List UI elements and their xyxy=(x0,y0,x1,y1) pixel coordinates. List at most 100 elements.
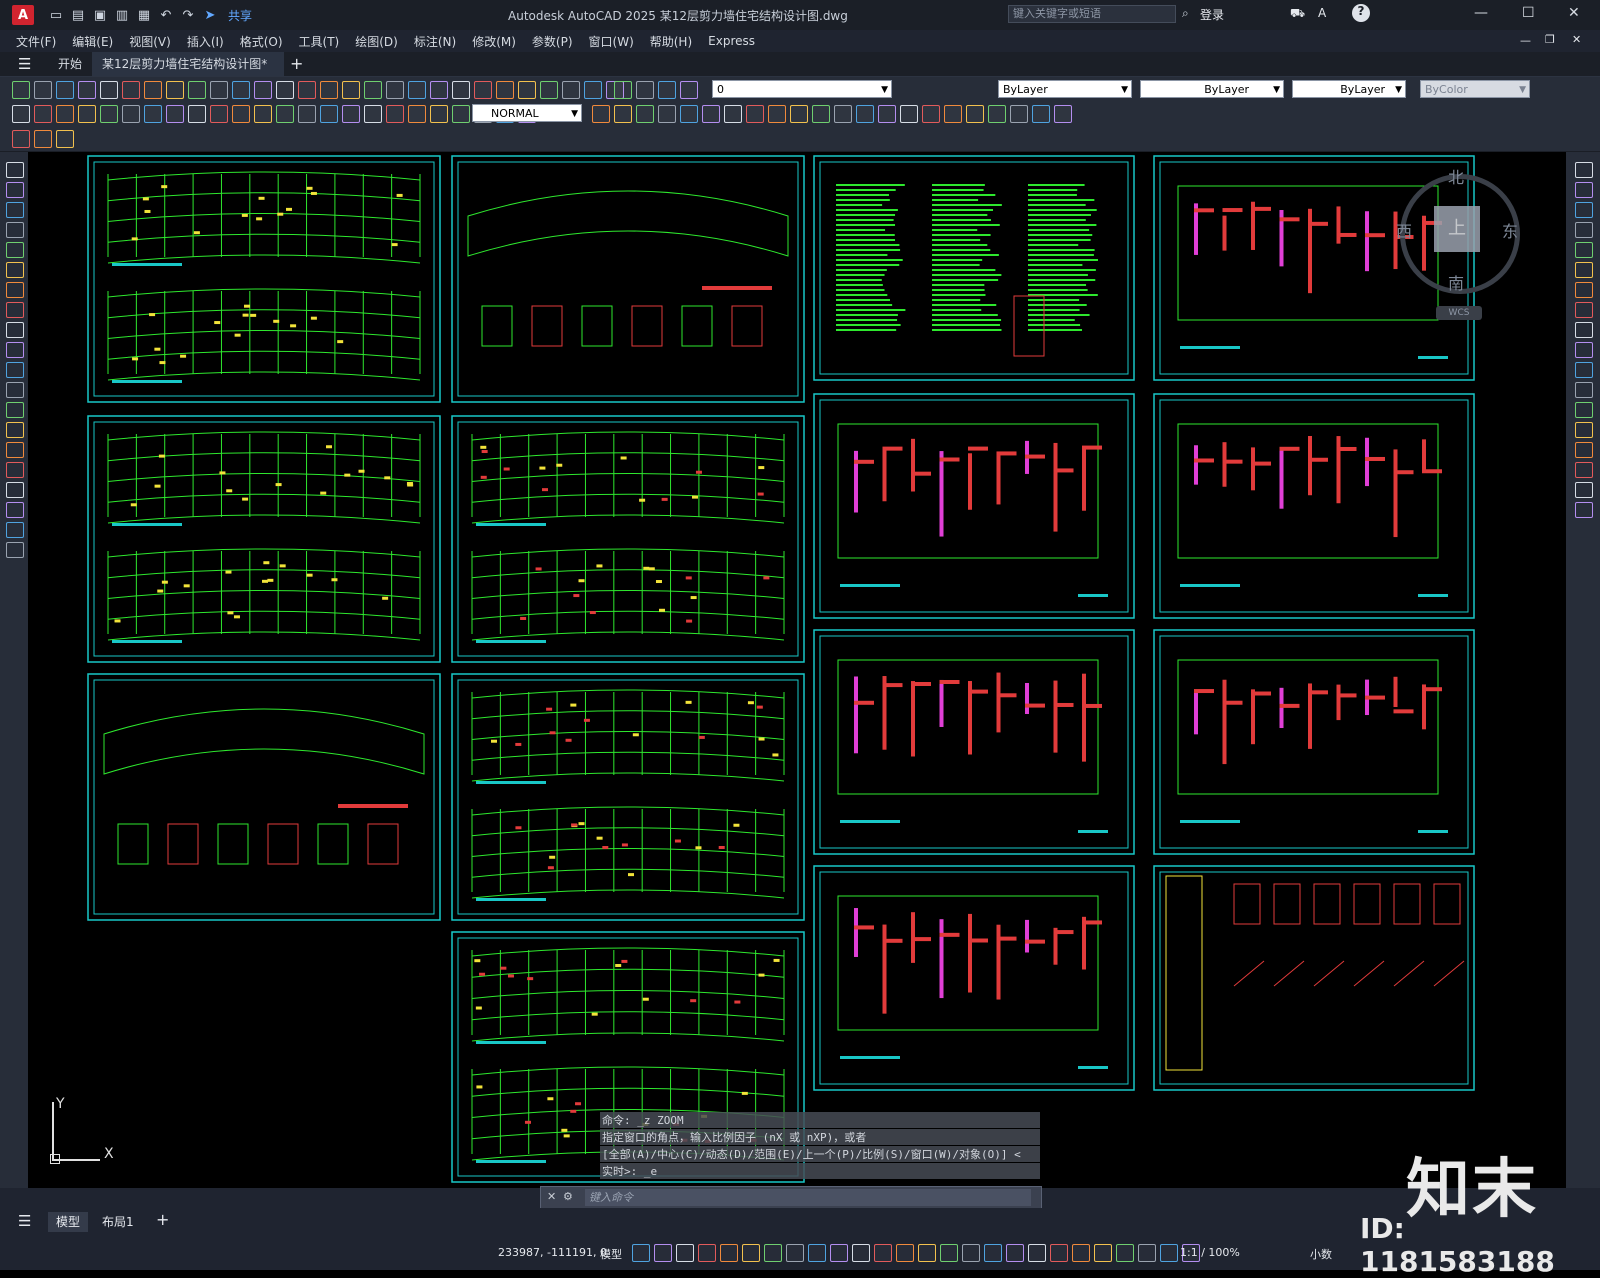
view-tool-icon[interactable] xyxy=(878,105,896,123)
saveas-icon[interactable]: ▥ xyxy=(114,7,130,23)
linetype-dropdown[interactable]: ByLayer ▼ xyxy=(1140,80,1284,98)
view-tool-icon[interactable] xyxy=(592,105,610,123)
status-tool-icon[interactable] xyxy=(896,1244,914,1262)
dimension-tool-icon[interactable] xyxy=(78,105,96,123)
status-tool-icon[interactable] xyxy=(676,1244,694,1262)
standard-tool-icon[interactable] xyxy=(496,81,514,99)
modify-tool-icon[interactable] xyxy=(1575,362,1593,378)
modify-tool-icon[interactable] xyxy=(1575,262,1593,278)
standard-tool-icon[interactable] xyxy=(298,81,316,99)
standard-tool-icon[interactable] xyxy=(144,81,162,99)
drawing-sheet[interactable] xyxy=(1153,393,1475,619)
standard-tool-icon[interactable] xyxy=(232,81,250,99)
cart-icon[interactable]: ⛟ xyxy=(1290,6,1305,22)
draw-tool-icon[interactable] xyxy=(6,542,24,558)
drawing-sheet[interactable] xyxy=(87,155,441,403)
modify-tool-icon[interactable] xyxy=(1575,242,1593,258)
search-icon[interactable]: ⌕ xyxy=(1182,6,1189,21)
view-tool-icon[interactable] xyxy=(702,105,720,123)
menu-hamburger-icon[interactable]: ☰ xyxy=(18,55,31,73)
dimension-tool-icon[interactable] xyxy=(364,105,382,123)
standard-tool-icon[interactable] xyxy=(56,81,74,99)
login-button[interactable]: 登录 xyxy=(1200,6,1224,23)
modify-tool-icon[interactable] xyxy=(1575,442,1593,458)
status-tool-icon[interactable] xyxy=(962,1244,980,1262)
standard-tool-icon[interactable] xyxy=(276,81,294,99)
extra-tool-icon[interactable] xyxy=(12,130,30,148)
dimension-tool-icon[interactable] xyxy=(56,105,74,123)
viewcube-east[interactable]: 东 xyxy=(1502,218,1518,242)
dimension-tool-icon[interactable] xyxy=(430,105,448,123)
status-tool-icon[interactable] xyxy=(808,1244,826,1262)
view-tool-icon[interactable] xyxy=(966,105,984,123)
viewcube-north[interactable]: 北 xyxy=(1448,164,1464,188)
draw-tool-icon[interactable] xyxy=(6,502,24,518)
doc-minimize-icon[interactable]: — xyxy=(1520,34,1531,47)
standard-tool-icon[interactable] xyxy=(364,81,382,99)
layer-tool-icon[interactable] xyxy=(658,81,676,99)
standard-tool-icon[interactable] xyxy=(210,81,228,99)
view-tool-icon[interactable] xyxy=(614,105,632,123)
tab-model[interactable]: 模型 xyxy=(48,1212,89,1232)
standard-tool-icon[interactable] xyxy=(562,81,580,99)
status-tool-icon[interactable] xyxy=(1072,1244,1090,1262)
status-tool-icon[interactable] xyxy=(786,1244,804,1262)
lineweight-dropdown[interactable]: ByLayer ▼ xyxy=(1292,80,1406,98)
view-tool-icon[interactable] xyxy=(768,105,786,123)
doc-close-icon[interactable]: ✕ xyxy=(1572,33,1581,46)
wcs-menu[interactable]: WCS xyxy=(1436,306,1482,320)
draw-tool-icon[interactable] xyxy=(6,242,24,258)
dimension-tool-icon[interactable] xyxy=(298,105,316,123)
view-tool-icon[interactable] xyxy=(856,105,874,123)
standard-tool-icon[interactable] xyxy=(34,81,52,99)
view-tool-icon[interactable] xyxy=(746,105,764,123)
dimension-tool-icon[interactable] xyxy=(408,105,426,123)
status-tool-icon[interactable] xyxy=(984,1244,1002,1262)
dimension-tool-icon[interactable] xyxy=(188,105,206,123)
menu-item[interactable]: 视图(V) xyxy=(129,33,171,50)
command-customize-icon[interactable]: ⚙ xyxy=(563,1190,573,1203)
command-close-icon[interactable]: ✕ xyxy=(547,1190,556,1203)
standard-tool-icon[interactable] xyxy=(584,81,602,99)
view-tool-icon[interactable] xyxy=(1054,105,1072,123)
layer-tool-icon[interactable] xyxy=(680,81,698,99)
draw-tool-icon[interactable] xyxy=(6,182,24,198)
standard-tool-icon[interactable] xyxy=(518,81,536,99)
draw-tool-icon[interactable] xyxy=(6,442,24,458)
draw-tool-icon[interactable] xyxy=(6,462,24,478)
view-tool-icon[interactable] xyxy=(834,105,852,123)
standard-tool-icon[interactable] xyxy=(386,81,404,99)
dimension-tool-icon[interactable] xyxy=(276,105,294,123)
view-tool-icon[interactable] xyxy=(658,105,676,123)
status-tool-icon[interactable] xyxy=(1138,1244,1156,1262)
viewcube-top-face[interactable]: 上 xyxy=(1434,206,1480,252)
modify-tool-icon[interactable] xyxy=(1575,342,1593,358)
menu-item[interactable]: 工具(T) xyxy=(299,33,340,50)
drawing-sheet[interactable] xyxy=(87,673,441,921)
tab-drawing[interactable]: 某12层剪力墙住宅结构设计图* × xyxy=(92,52,284,95)
view-tool-icon[interactable] xyxy=(724,105,742,123)
extra-tool-icon[interactable] xyxy=(34,130,52,148)
modify-tool-icon[interactable] xyxy=(1575,162,1593,178)
menu-item[interactable]: 标注(N) xyxy=(414,33,456,50)
undo-icon[interactable]: ↶ xyxy=(158,7,174,23)
standard-tool-icon[interactable] xyxy=(320,81,338,99)
modify-tool-icon[interactable] xyxy=(1575,302,1593,318)
standard-tool-icon[interactable] xyxy=(254,81,272,99)
menu-item[interactable]: 帮助(H) xyxy=(650,33,692,50)
modify-tool-icon[interactable] xyxy=(1575,462,1593,478)
minimize-icon[interactable]: — xyxy=(1474,5,1488,21)
dimension-tool-icon[interactable] xyxy=(166,105,184,123)
model-space-toggle[interactable]: 模型 xyxy=(600,1246,622,1262)
status-tool-icon[interactable] xyxy=(874,1244,892,1262)
close-icon[interactable]: ✕ xyxy=(1568,5,1580,21)
standard-tool-icon[interactable] xyxy=(474,81,492,99)
dimension-tool-icon[interactable] xyxy=(452,105,470,123)
status-tool-icon[interactable] xyxy=(1116,1244,1134,1262)
drawing-sheet[interactable] xyxy=(813,865,1135,1091)
extra-tool-icon[interactable] xyxy=(56,130,74,148)
menu-item[interactable]: 修改(M) xyxy=(472,33,516,50)
status-tool-icon[interactable] xyxy=(698,1244,716,1262)
tab-start[interactable]: 开始 xyxy=(48,52,92,76)
draw-tool-icon[interactable] xyxy=(6,382,24,398)
